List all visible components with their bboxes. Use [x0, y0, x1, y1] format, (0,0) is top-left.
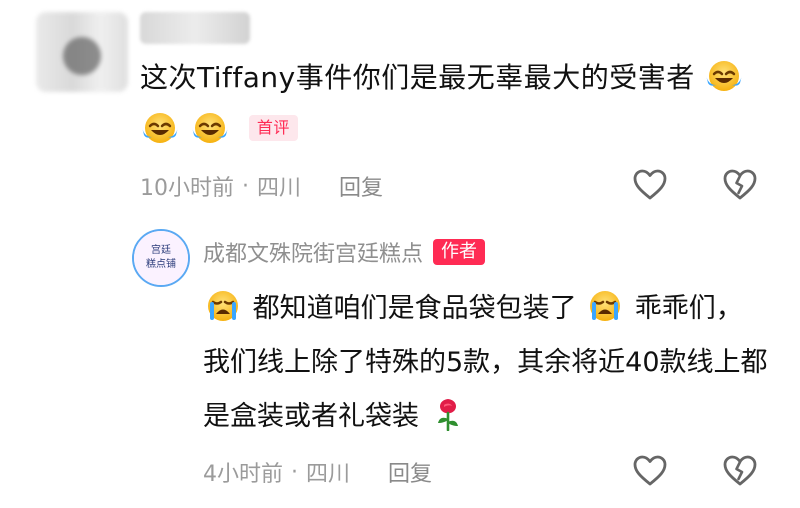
loudly-crying-emoji-icon	[203, 291, 253, 324]
dislike-broken-heart-icon[interactable]	[721, 452, 759, 490]
author-name[interactable]: 成都文殊院街宫廷糕点	[203, 236, 423, 268]
comment-reply-button[interactable]: 回复	[339, 170, 383, 202]
reply-header: 成都文殊院街宫廷糕点 作者	[203, 236, 486, 268]
crying-laughing-emoji-icon	[704, 61, 745, 94]
reply-meta-separator: ·	[291, 459, 298, 485]
crying-laughing-emoji-icon	[190, 113, 240, 146]
author-avatar-text-top: 宫廷	[151, 243, 171, 256]
loudly-crying-emoji-icon	[577, 291, 635, 324]
commenter-name-blurred[interactable]	[140, 12, 250, 44]
author-badge: 作者	[433, 239, 486, 265]
comment-text-main: 这次Tiffany事件你们是最无辜最大的受害者	[140, 61, 695, 94]
reply-text-part1: 都知道咱们是食品袋包装了	[252, 293, 577, 324]
reply-reply-button[interactable]: 回复	[388, 456, 432, 488]
crying-laughing-emoji-icon	[140, 113, 190, 146]
first-comment-badge: 首评	[248, 115, 298, 141]
like-heart-icon[interactable]	[631, 166, 669, 204]
comment-time: 10小时前	[140, 176, 234, 201]
like-heart-icon[interactable]	[631, 452, 669, 490]
author-avatar-text-bottom: 糕点铺	[146, 257, 176, 270]
reply-meta: 4小时前 · 四川 回复	[203, 454, 432, 490]
author-avatar[interactable]: 宫廷 糕点铺	[132, 229, 190, 287]
comment-meta: 10小时前 · 四川 回复	[140, 168, 383, 204]
commenter-avatar-blurred[interactable]	[36, 12, 128, 92]
rose-emoji-icon	[419, 399, 469, 432]
comment-text: 这次Tiffany事件你们是最无辜最大的受害者 首评	[140, 52, 760, 156]
comment-location: 四川	[257, 176, 302, 201]
reply-text: 都知道咱们是食品袋包装了 乖乖们，我们线上除了特殊的5款，其余将近40款线上都是…	[203, 282, 768, 444]
reply-time: 4小时前	[203, 462, 283, 487]
reply-location: 四川	[306, 462, 351, 487]
comment-meta-separator: ·	[242, 173, 249, 199]
dislike-broken-heart-icon[interactable]	[721, 166, 759, 204]
